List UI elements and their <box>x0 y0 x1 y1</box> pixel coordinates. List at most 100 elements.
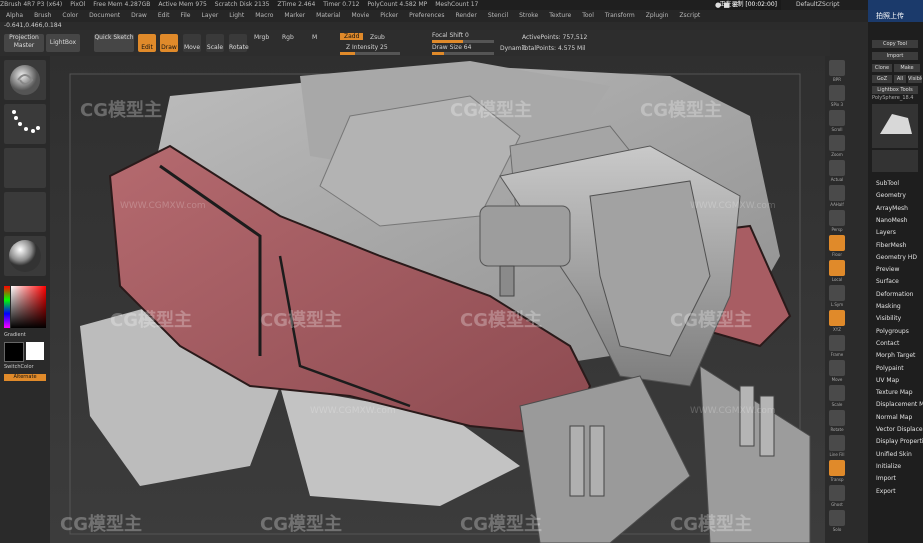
menu-transform[interactable]: Transform <box>605 12 635 19</box>
switch-color-button[interactable]: SwitchColor <box>4 364 46 370</box>
tray-item-uv-map[interactable]: UV Map <box>876 377 899 384</box>
rgb-button[interactable]: Rgb <box>282 34 294 41</box>
tray-item-vector-displacement[interactable]: Vector Displacement <box>876 426 923 433</box>
draw-button[interactable]: Draw <box>160 34 178 52</box>
menu-texture[interactable]: Texture <box>549 12 571 19</box>
shelf-button-scale[interactable] <box>829 385 845 401</box>
menu-brush[interactable]: Brush <box>34 12 51 19</box>
focal-shift-slider[interactable] <box>432 40 494 43</box>
shelf-button-spix-3[interactable] <box>829 85 845 101</box>
tray-item-initialize[interactable]: Initialize <box>876 463 901 470</box>
tray-item-displacement-map[interactable]: Displacement Map <box>876 401 923 408</box>
tray-item-display-properties[interactable]: Display Properties <box>876 438 923 445</box>
shelf-button-xyz[interactable] <box>829 310 845 326</box>
shelf-button-transp[interactable] <box>829 460 845 476</box>
visible-button[interactable]: Visible <box>908 75 922 83</box>
tool-thumbnail-secondary[interactable] <box>872 150 918 172</box>
rotate-button[interactable]: Rotate <box>229 34 249 52</box>
zsub-button[interactable]: Zsub <box>370 34 385 41</box>
tray-item-export[interactable]: Export <box>876 488 896 495</box>
tray-item-morph-target[interactable]: Morph Target <box>876 352 915 359</box>
tray-item-masking[interactable]: Masking <box>876 303 901 310</box>
shelf-button-solo[interactable] <box>829 510 845 526</box>
canvas-viewport[interactable]: CG模型主 CG模型主 CG模型主 WWW.CGMXW.com WWW.CGMX… <box>50 56 825 543</box>
zadd-button[interactable]: Zadd <box>340 33 364 40</box>
menu-color[interactable]: Color <box>62 12 78 19</box>
tray-item-geometry-hd[interactable]: Geometry HD <box>876 254 917 261</box>
tray-item-deformation[interactable]: Deformation <box>876 291 913 298</box>
main-color-swatch[interactable] <box>26 342 44 360</box>
draw-size-slider[interactable] <box>432 52 494 55</box>
secondary-color-swatch[interactable] <box>4 342 24 362</box>
menu-macro[interactable]: Macro <box>255 12 273 19</box>
menu-draw[interactable]: Draw <box>131 12 147 19</box>
shelf-button-scroll[interactable] <box>829 110 845 126</box>
color-picker-swatch[interactable] <box>4 286 46 328</box>
tray-item-texture-map[interactable]: Texture Map <box>876 389 913 396</box>
stop-icon[interactable]: ■ <box>723 1 730 9</box>
shelf-button-line-fill[interactable] <box>829 435 845 451</box>
menu-alpha[interactable]: Alpha <box>6 12 23 19</box>
shelf-button-zoom[interactable] <box>829 135 845 151</box>
menu-movie[interactable]: Movie <box>352 12 370 19</box>
shelf-button-aahalf[interactable] <box>829 185 845 201</box>
menu-edit[interactable]: Edit <box>158 12 170 19</box>
mrgb-button[interactable]: Mrgb <box>254 34 269 41</box>
tray-item-contact[interactable]: Contact <box>876 340 899 347</box>
menu-light[interactable]: Light <box>229 12 244 19</box>
menu-stencil[interactable]: Stencil <box>488 12 508 19</box>
edit-button[interactable]: Edit <box>138 34 156 52</box>
tray-item-polygroups[interactable]: Polygroups <box>876 328 909 335</box>
projection-master-button[interactable]: Projection Master <box>4 34 44 52</box>
window-controls[interactable]: ● ■ ☰ <box>715 0 795 10</box>
goz-button[interactable]: GoZ <box>872 75 892 83</box>
shelf-button-ghost[interactable] <box>829 485 845 501</box>
menu-tool[interactable]: Tool <box>582 12 594 19</box>
shelf-button-persp[interactable] <box>829 210 845 226</box>
tray-item-import[interactable]: Import <box>876 475 896 482</box>
texture-selector[interactable] <box>4 192 46 232</box>
menu-document[interactable]: Document <box>89 12 120 19</box>
shelf-button-actual[interactable] <box>829 160 845 176</box>
tray-item-layers[interactable]: Layers <box>876 229 896 236</box>
make-polymesh-button[interactable]: Make PolyMesh3D <box>894 64 920 72</box>
shelf-button-move[interactable] <box>829 360 845 376</box>
menu-marker[interactable]: Marker <box>284 12 305 19</box>
tray-item-geometry[interactable]: Geometry <box>876 192 906 199</box>
material-selector[interactable] <box>4 236 46 276</box>
menu-preferences[interactable]: Preferences <box>409 12 444 19</box>
shelf-button-bpr[interactable] <box>829 60 845 76</box>
menu-stroke[interactable]: Stroke <box>519 12 538 19</box>
camera-icon[interactable]: ● <box>715 1 721 9</box>
brush-selector[interactable] <box>4 60 46 100</box>
gradient-label[interactable]: Gradient <box>4 332 46 338</box>
tray-item-subtool[interactable]: SubTool <box>876 180 899 187</box>
shelf-button-floor[interactable] <box>829 235 845 251</box>
tray-item-visibility[interactable]: Visibility <box>876 315 901 322</box>
import-button[interactable]: Import <box>872 52 918 60</box>
tray-item-unified-skin[interactable]: Unified Skin <box>876 451 912 458</box>
default-zscript[interactable]: DefaultZScript <box>796 0 839 10</box>
tray-item-nanomesh[interactable]: NanoMesh <box>876 217 907 224</box>
lightbox-button[interactable]: LightBox <box>46 34 80 52</box>
menu-zplugin[interactable]: Zplugin <box>646 12 669 19</box>
alpha-selector[interactable] <box>4 148 46 188</box>
tray-item-normal-map[interactable]: Normal Map <box>876 414 912 421</box>
shelf-button-frame[interactable] <box>829 335 845 351</box>
menu-picker[interactable]: Picker <box>380 12 398 19</box>
all-button[interactable]: All <box>894 75 906 83</box>
scale-button[interactable]: Scale <box>206 34 224 52</box>
tray-item-preview[interactable]: Preview <box>876 266 899 273</box>
alternate-button[interactable]: Alternate <box>4 374 46 381</box>
tray-item-arraymesh[interactable]: ArrayMesh <box>876 205 908 212</box>
tray-item-surface[interactable]: Surface <box>876 278 899 285</box>
shelf-button-l-sym[interactable] <box>829 285 845 301</box>
move-button[interactable]: Move <box>183 34 201 52</box>
copy-tool-button[interactable]: Copy Tool <box>872 40 918 48</box>
menu-layer[interactable]: Layer <box>202 12 219 19</box>
lightbox-tools-button[interactable]: Lightbox Tools <box>872 86 918 94</box>
shelf-button-local[interactable] <box>829 260 845 276</box>
menu-file[interactable]: File <box>180 12 190 19</box>
tool-thumbnail[interactable] <box>872 104 918 148</box>
menu-zscript[interactable]: Zscript <box>679 12 700 19</box>
